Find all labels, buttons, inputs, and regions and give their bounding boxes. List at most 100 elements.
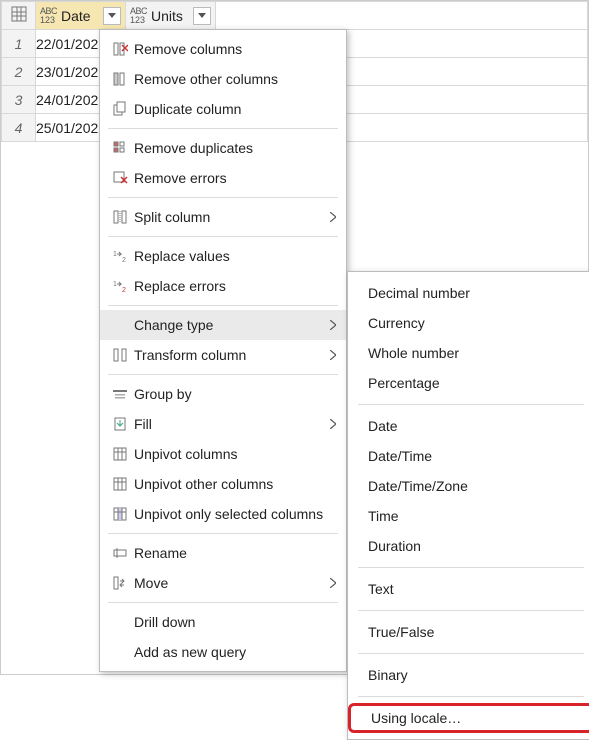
menu-separator <box>108 128 338 129</box>
menu-label: Whole number <box>366 345 584 361</box>
menu-label: Remove errors <box>132 170 336 186</box>
menu-label: Binary <box>366 667 584 683</box>
remove-other-columns-icon <box>108 71 132 87</box>
menu-separator <box>358 696 584 697</box>
menu-separator <box>358 610 584 611</box>
menu-remove-other-columns[interactable]: Remove other columns <box>100 64 346 94</box>
menu-remove-errors[interactable]: Remove errors <box>100 163 346 193</box>
chevron-right-icon <box>326 419 336 429</box>
menu-remove-columns[interactable]: Remove columns <box>100 34 346 64</box>
change-type-submenu: Decimal number Currency Whole number Per… <box>347 271 589 740</box>
menu-label: Using locale… <box>369 710 581 726</box>
menu-replace-errors[interactable]: 12 Replace errors <box>100 271 346 301</box>
row-number[interactable]: 4 <box>2 114 36 142</box>
submenu-whole[interactable]: Whole number <box>348 338 589 368</box>
chevron-right-icon <box>326 578 336 588</box>
submenu-currency[interactable]: Currency <box>348 308 589 338</box>
row-number[interactable]: 3 <box>2 86 36 114</box>
menu-separator <box>358 404 584 405</box>
menu-separator <box>358 567 584 568</box>
submenu-truefalse[interactable]: True/False <box>348 617 589 647</box>
chevron-right-icon <box>326 350 336 360</box>
menu-separator <box>108 533 338 534</box>
group-by-icon <box>108 386 132 402</box>
menu-separator <box>358 653 584 654</box>
unpivot-other-icon <box>108 476 132 492</box>
menu-transform-column[interactable]: Transform column <box>100 340 346 370</box>
split-column-icon <box>108 209 132 225</box>
chevron-down-icon <box>108 13 116 18</box>
menu-label: Split column <box>132 209 326 225</box>
menu-separator <box>108 602 338 603</box>
menu-group-by[interactable]: Group by <box>100 379 346 409</box>
submenu-text[interactable]: Text <box>348 574 589 604</box>
row-number[interactable]: 2 <box>2 58 36 86</box>
rename-icon <box>108 545 132 561</box>
svg-text:1: 1 <box>113 281 117 288</box>
replace-errors-icon: 12 <box>108 278 132 294</box>
menu-unpivot-other-columns[interactable]: Unpivot other columns <box>100 469 346 499</box>
submenu-duration[interactable]: Duration <box>348 531 589 561</box>
menu-drill-down[interactable]: Drill down <box>100 607 346 637</box>
menu-label: Change type <box>132 317 326 333</box>
column-header-date[interactable]: ABC123 Date <box>36 2 126 30</box>
menu-label: Unpivot other columns <box>132 476 336 492</box>
column-filter-button[interactable] <box>103 7 121 25</box>
menu-label: Replace errors <box>132 278 336 294</box>
move-icon <box>108 575 132 591</box>
remove-columns-icon <box>108 41 132 57</box>
menu-label: Date/Time <box>366 448 584 464</box>
menu-label: Remove duplicates <box>132 140 336 156</box>
menu-label: Move <box>132 575 326 591</box>
menu-split-column[interactable]: Split column <box>100 202 346 232</box>
submenu-date[interactable]: Date <box>348 411 589 441</box>
table-icon <box>11 6 27 22</box>
svg-text:2: 2 <box>122 287 126 294</box>
svg-text:1: 1 <box>113 251 117 258</box>
column-label: Units <box>151 8 189 24</box>
menu-remove-duplicates[interactable]: Remove duplicates <box>100 133 346 163</box>
column-spacer <box>216 2 588 30</box>
submenu-percentage[interactable]: Percentage <box>348 368 589 398</box>
menu-label: Unpivot columns <box>132 446 336 462</box>
menu-separator <box>108 374 338 375</box>
menu-label: Decimal number <box>366 285 584 301</box>
context-menu: Remove columns Remove other columns Dupl… <box>99 29 347 672</box>
menu-label: Date <box>366 418 584 434</box>
fill-icon <box>108 416 132 432</box>
menu-fill[interactable]: Fill <box>100 409 346 439</box>
row-number[interactable]: 1 <box>2 30 36 58</box>
menu-label: Add as new query <box>132 644 336 660</box>
menu-separator <box>108 236 338 237</box>
menu-move[interactable]: Move <box>100 568 346 598</box>
menu-rename[interactable]: Rename <box>100 538 346 568</box>
submenu-datetimezone[interactable]: Date/Time/Zone <box>348 471 589 501</box>
submenu-datetime[interactable]: Date/Time <box>348 441 589 471</box>
menu-separator <box>108 305 338 306</box>
menu-duplicate-column[interactable]: Duplicate column <box>100 94 346 124</box>
menu-label: Rename <box>132 545 336 561</box>
menu-replace-values[interactable]: 12 Replace values <box>100 241 346 271</box>
menu-label: Text <box>366 581 584 597</box>
submenu-using-locale[interactable]: Using locale… <box>348 703 589 733</box>
column-filter-button[interactable] <box>193 7 211 25</box>
menu-label: Date/Time/Zone <box>366 478 584 494</box>
menu-add-as-new-query[interactable]: Add as new query <box>100 637 346 667</box>
submenu-decimal[interactable]: Decimal number <box>348 278 589 308</box>
menu-unpivot-columns[interactable]: Unpivot columns <box>100 439 346 469</box>
svg-text:2: 2 <box>122 257 126 264</box>
duplicate-column-icon <box>108 101 132 117</box>
submenu-binary[interactable]: Binary <box>348 660 589 690</box>
menu-unpivot-selected[interactable]: Unpivot only selected columns <box>100 499 346 529</box>
menu-label: Drill down <box>132 614 336 630</box>
menu-label: Currency <box>366 315 584 331</box>
menu-label: Percentage <box>366 375 584 391</box>
chevron-down-icon <box>198 13 206 18</box>
column-header-units[interactable]: ABC123 Units <box>126 2 216 30</box>
table-corner[interactable] <box>2 2 36 30</box>
menu-label: Transform column <box>132 347 326 363</box>
submenu-time[interactable]: Time <box>348 501 589 531</box>
menu-label: True/False <box>366 624 584 640</box>
menu-change-type[interactable]: Change type <box>100 310 346 340</box>
menu-label: Time <box>366 508 584 524</box>
